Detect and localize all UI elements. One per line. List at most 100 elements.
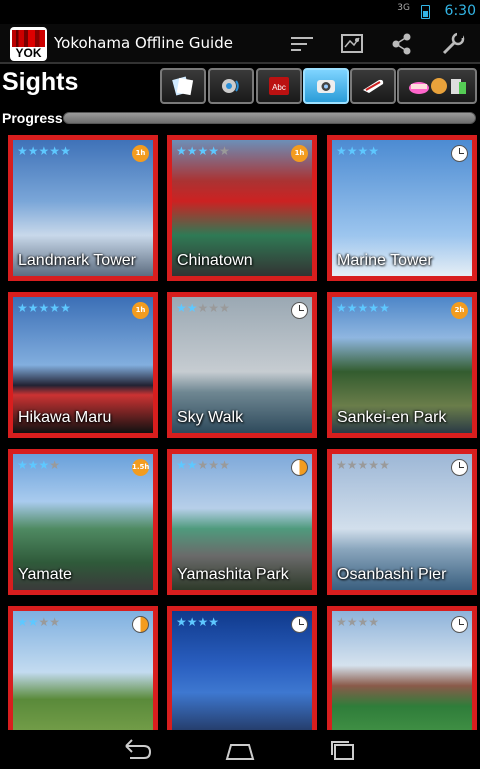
guide-papers-icon — [172, 76, 194, 96]
sight-name: Sky Walk — [177, 409, 244, 426]
star-icon: ★ — [49, 301, 61, 315]
star-icon: ★ — [208, 615, 220, 629]
star-icon: ★ — [208, 301, 220, 315]
star-icon: ★ — [219, 144, 230, 158]
star-icon: ★ — [197, 144, 209, 158]
duration-badge: 1h — [132, 145, 149, 162]
app-title: Yokohama Offline Guide — [54, 34, 233, 52]
sort-icon[interactable] — [288, 30, 318, 58]
recent-apps-icon[interactable] — [326, 737, 360, 763]
sight-name: Hikawa Maru — [18, 409, 112, 426]
sight-tile[interactable]: ★★★★★ 1h Landmark Tower — [8, 135, 158, 281]
star-icon: ★ — [27, 301, 39, 315]
star-icon: ★ — [186, 615, 198, 629]
star-icon: ★ — [27, 458, 39, 472]
star-icon: ★ — [368, 458, 380, 472]
logo-text: YOK — [15, 46, 42, 60]
star-rating: ★★★★★ — [176, 145, 230, 157]
home-icon[interactable] — [223, 737, 257, 763]
navigation-bar — [0, 731, 480, 769]
star-icon: ★ — [176, 458, 187, 472]
star-icon: ★ — [38, 301, 50, 315]
sight-tile[interactable]: ★★★★ — [167, 606, 317, 730]
star-icon: ★ — [346, 301, 358, 315]
clock-icon — [291, 459, 308, 476]
star-icon: ★ — [336, 615, 347, 629]
share-icon[interactable] — [387, 30, 417, 58]
sight-tile[interactable]: ★★★★★ Sky Walk — [167, 292, 317, 438]
clock-icon — [451, 459, 468, 476]
settings-wrench-icon[interactable] — [438, 30, 468, 58]
star-icon: ★ — [368, 301, 380, 315]
category-sights-button[interactable] — [303, 68, 349, 104]
star-icon: ★ — [208, 458, 220, 472]
sight-tile[interactable]: ★★★★ — [8, 606, 158, 730]
star-rating: ★★★★ — [176, 616, 219, 628]
sight-tile[interactable]: ★★★★ Marine Tower — [327, 135, 477, 281]
duration-badge: 1h — [291, 145, 308, 162]
duration-badge: 1.5h — [132, 459, 149, 476]
app-logo[interactable]: YOK — [10, 27, 47, 61]
clock-icon — [291, 302, 308, 319]
star-icon: ★ — [336, 144, 347, 158]
star-rating: ★★★★ — [17, 459, 60, 471]
star-icon: ★ — [186, 144, 198, 158]
star-icon: ★ — [379, 458, 390, 472]
sight-tile[interactable]: ★★★★ 1.5h Yamate — [8, 449, 158, 595]
status-bar: 3G 6:30 — [0, 0, 480, 24]
clock-icon — [451, 616, 468, 633]
star-rating: ★★★★★ — [17, 302, 71, 314]
star-icon: ★ — [27, 144, 39, 158]
sight-name: Marine Tower — [337, 252, 433, 269]
star-rating: ★★★★★ — [336, 459, 390, 471]
map-icon[interactable] — [337, 30, 367, 58]
clock-icon — [132, 616, 149, 633]
audio-guide-icon — [222, 79, 239, 93]
sight-tile[interactable]: ★★★★ — [327, 606, 477, 730]
star-icon: ★ — [176, 144, 187, 158]
star-icon: ★ — [219, 301, 230, 315]
action-bar: YOK Yokohama Offline Guide — [0, 24, 480, 64]
sight-tile[interactable]: ★★★★★ Osanbashi Pier — [327, 449, 477, 595]
dictionary-icon: Abc — [269, 77, 289, 95]
star-icon: ★ — [38, 144, 50, 158]
star-icon: ★ — [38, 615, 50, 629]
category-audio-button[interactable] — [208, 68, 254, 104]
clock-icon — [291, 616, 308, 633]
star-rating: ★★★★★ — [176, 459, 230, 471]
sight-tile[interactable]: ★★★★★ Yamashita Park — [167, 449, 317, 595]
sight-tile[interactable]: ★★★★★ 1h Chinatown — [167, 135, 317, 281]
star-icon: ★ — [357, 458, 369, 472]
star-icon: ★ — [197, 301, 209, 315]
status-time: 6:30 — [444, 3, 476, 19]
food-icon — [409, 78, 466, 94]
star-rating: ★★★★★ — [17, 145, 71, 157]
star-icon: ★ — [49, 458, 61, 472]
star-icon: ★ — [357, 144, 369, 158]
sights-camera-icon — [317, 80, 335, 93]
progress-label: Progress — [2, 110, 63, 126]
signal-indicator: 3G — [397, 3, 410, 13]
star-icon: ★ — [38, 458, 50, 472]
category-food-button[interactable] — [397, 68, 477, 104]
back-icon[interactable] — [120, 737, 154, 763]
category-transport-button[interactable] — [350, 68, 396, 104]
sight-name: Landmark Tower — [18, 252, 136, 269]
clock-icon — [451, 145, 468, 162]
star-icon: ★ — [336, 301, 347, 315]
star-icon: ★ — [208, 144, 220, 158]
category-dictionary-button[interactable]: Abc — [256, 68, 302, 104]
star-icon: ★ — [346, 458, 358, 472]
star-icon: ★ — [346, 615, 358, 629]
star-icon: ★ — [17, 144, 28, 158]
category-guide-button[interactable] — [160, 68, 206, 104]
star-icon: ★ — [17, 458, 28, 472]
train-icon — [363, 79, 384, 93]
sight-tile[interactable]: ★★★★★ 2h Sankei-en Park — [327, 292, 477, 438]
star-rating: ★★★★ — [336, 616, 379, 628]
star-icon: ★ — [17, 301, 28, 315]
sight-tile[interactable]: ★★★★★ 1h Hikawa Maru — [8, 292, 158, 438]
star-icon: ★ — [176, 615, 187, 629]
star-icon: ★ — [60, 144, 71, 158]
star-rating: ★★★★ — [17, 616, 60, 628]
